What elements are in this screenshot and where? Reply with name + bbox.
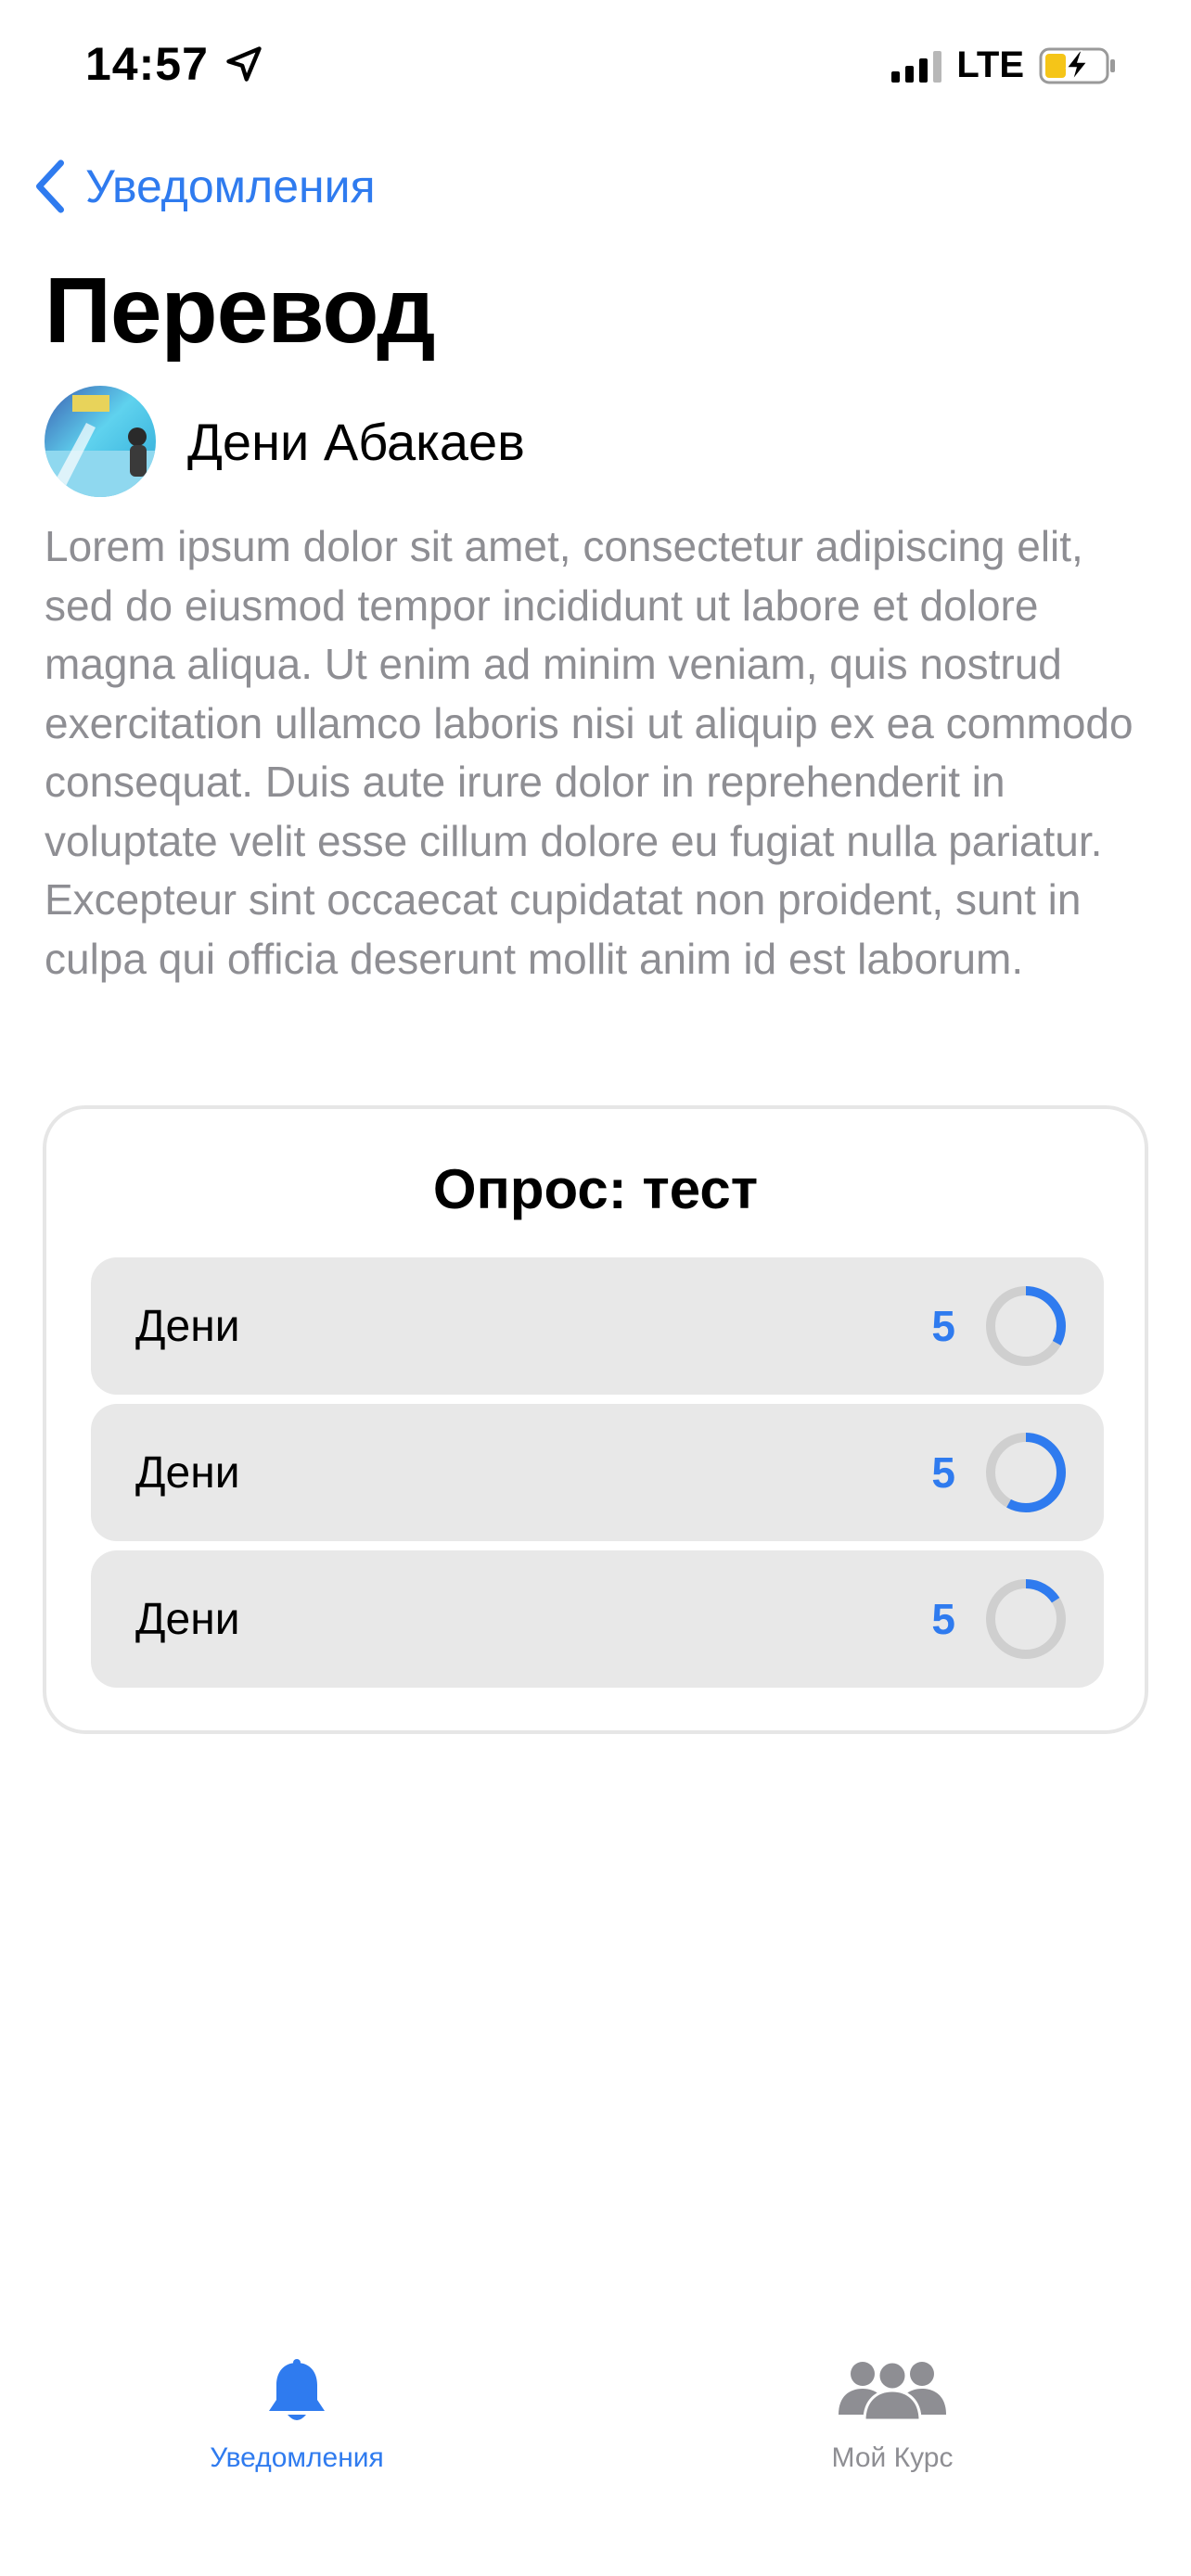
progress-ring-icon [986, 1433, 1066, 1512]
poll-option-count: 5 [931, 1448, 955, 1497]
poll-title: Опрос: тест [432, 1158, 759, 1220]
poll-option[interactable]: Дени 5 [91, 1404, 1104, 1541]
tab-bar: Уведомления Мой Курс [0, 2337, 1191, 2576]
tab-label: Мой Курс [831, 2442, 954, 2473]
progress-ring-icon [986, 1579, 1066, 1659]
message-body: Lorem ipsum dolor sit amet, consectetur … [45, 522, 1133, 983]
poll-option-count: 5 [931, 1595, 955, 1643]
network-type: LTE [956, 45, 1024, 85]
status-indicators: LTE [891, 45, 1119, 86]
back-button[interactable]: Уведомления [32, 158, 376, 215]
poll-option-label: Дени [135, 1594, 240, 1644]
author-name: Дени Абакаев [187, 412, 525, 471]
poll-option-label: Дени [135, 1301, 240, 1351]
status-bar: 14:57 LTE [0, 0, 1191, 139]
bell-icon [269, 2359, 325, 2420]
tab-label: Уведомления [210, 2442, 384, 2473]
poll-option[interactable]: Дени 5 [91, 1550, 1104, 1688]
group-icon [839, 2360, 946, 2422]
time-text: 14:57 [85, 38, 209, 90]
tab-my-course[interactable]: Мой Курс [781, 2359, 1004, 2474]
tab-notifications[interactable]: Уведомления [186, 2359, 408, 2474]
progress-ring-icon [986, 1286, 1066, 1366]
location-arrow-icon [226, 46, 262, 82]
author-row: Дени Абакаев [45, 386, 525, 497]
chevron-left-icon [35, 159, 65, 213]
status-time: 14:57 [85, 37, 264, 91]
back-label: Уведомления [85, 160, 376, 212]
cellular-signal-icon [891, 49, 942, 83]
battery-charging-icon [1039, 47, 1115, 83]
page-title: Перевод [45, 259, 436, 363]
poll-card: Опрос: тест Дени 5 Дени 5 Дени 5 [43, 1105, 1148, 1734]
avatar[interactable] [45, 386, 156, 497]
poll-option[interactable]: Дени 5 [91, 1257, 1104, 1395]
poll-option-count: 5 [931, 1302, 955, 1350]
poll-option-label: Дени [135, 1447, 240, 1498]
